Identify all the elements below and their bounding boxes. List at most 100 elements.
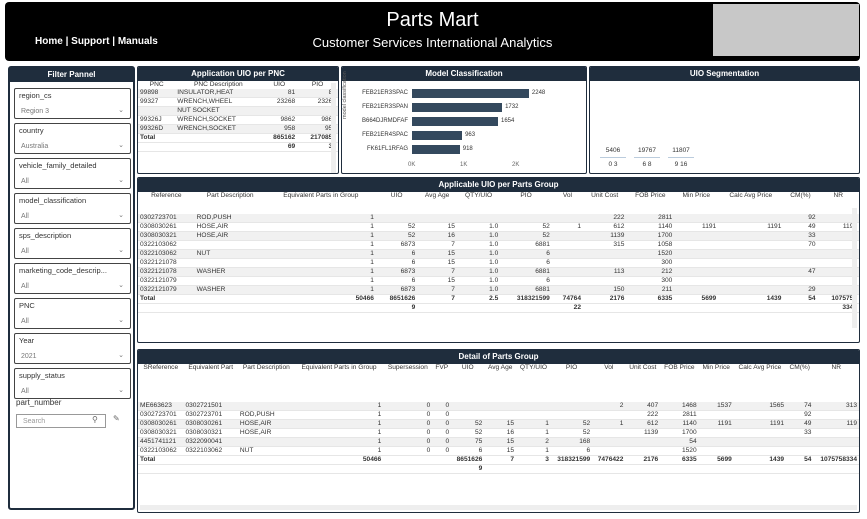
table-row[interactable]: 0308030261 HOSE,AIR 1 52 15 1.0 52 1 612 1140 1191… bbox=[138, 222, 859, 232]
column-header[interactable]: Equivalent Parts in Group bbox=[266, 192, 376, 214]
nav-home-link[interactable]: Home bbox=[35, 36, 63, 47]
chevron-down-icon[interactable]: ⌄ bbox=[118, 281, 124, 289]
column-header[interactable]: PIO bbox=[500, 192, 552, 214]
column-header[interactable]: CM(%) bbox=[783, 192, 817, 214]
table-row[interactable]: 0308030321 0308030321 HOSE,AIR 1 0 0 52 16 1 52 11… bbox=[138, 428, 859, 438]
total-cell bbox=[183, 464, 238, 474]
table-row[interactable]: 0322121078 WASHER 1 6873 7 1.0 6881 113 212 47 bbox=[138, 267, 859, 277]
column-header[interactable]: UIO bbox=[376, 192, 417, 214]
bar[interactable] bbox=[412, 117, 498, 126]
table-row[interactable]: 0302723701 0302723701 ROD,PUSH 1 0 0 222 2811 92 bbox=[138, 410, 859, 420]
table-cell: 1565 bbox=[733, 402, 787, 411]
detail-table: SReference Equivalent Part Part Descriptio… bbox=[138, 364, 859, 474]
filter-pnc[interactable]: PNC All ⌄ bbox=[14, 298, 131, 329]
column-header[interactable]: Reference bbox=[138, 192, 195, 214]
table-cell bbox=[674, 249, 719, 259]
chevron-down-icon[interactable]: ⌄ bbox=[118, 246, 124, 254]
table-cell bbox=[674, 267, 719, 277]
filter-year[interactable]: Year 2021 ⌄ bbox=[14, 333, 131, 364]
filter-model-classification[interactable]: model_classification All ⌄ bbox=[14, 193, 131, 224]
column-header[interactable]: Avg Age bbox=[417, 192, 457, 214]
table-row[interactable]: 0322121079 WASHER 1 6873 7 1.0 6881 150 211 29 bbox=[138, 285, 859, 295]
column-header[interactable]: CM(%) bbox=[786, 364, 813, 402]
table-row[interactable]: 0322103062 0322103062 NUT 1 0 0 6 15 1 6 1520 bbox=[138, 446, 859, 456]
nav-support-link[interactable]: Support bbox=[71, 36, 109, 47]
bar[interactable] bbox=[412, 103, 503, 112]
table-row[interactable]: 0322103062 NUT 1 6 15 1.0 6 1520 bbox=[138, 249, 859, 259]
filter-region-cs[interactable]: region_cs Region 3 ⌄ bbox=[14, 88, 131, 119]
table-cell bbox=[674, 276, 719, 286]
column-header[interactable]: Min Price bbox=[699, 364, 734, 402]
column-header[interactable]: PNC bbox=[138, 81, 175, 89]
column-header[interactable]: QTY/UIO bbox=[457, 192, 500, 214]
column-header[interactable]: QTY/UIO bbox=[516, 364, 551, 402]
column-header[interactable]: Avg Age bbox=[484, 364, 516, 402]
column-header[interactable]: Part Description bbox=[238, 364, 295, 402]
chevron-down-icon[interactable]: ⌄ bbox=[118, 176, 124, 184]
search-icon[interactable]: ⚲ bbox=[92, 415, 98, 424]
table-cell bbox=[451, 402, 485, 411]
bar[interactable] bbox=[412, 131, 463, 140]
bar[interactable] bbox=[412, 89, 529, 98]
table-row[interactable]: 0322121078 1 6 15 1.0 6 300 bbox=[138, 258, 859, 268]
chevron-down-icon[interactable]: ⌄ bbox=[118, 106, 124, 114]
chevron-down-icon[interactable]: ⌄ bbox=[118, 351, 124, 359]
table-row[interactable]: 0308030321 HOSE,AIR 1 52 16 1.0 52 1139 1700 33 bbox=[138, 231, 859, 241]
column-header[interactable]: UIO bbox=[261, 81, 297, 89]
nav-manuals-link[interactable]: Manuals bbox=[118, 36, 158, 47]
table-row[interactable]: 0302723701 ROD,PUSH 1 222 2811 92 bbox=[138, 214, 859, 223]
applicable-scrollbar[interactable] bbox=[852, 208, 857, 328]
column-header[interactable]: FVP bbox=[432, 364, 451, 402]
column-header[interactable]: Calc Avg Price bbox=[734, 364, 786, 402]
table-cell: 0 bbox=[383, 446, 433, 456]
table-cell bbox=[551, 231, 583, 241]
column-header[interactable]: UIO bbox=[451, 364, 484, 402]
filter-country[interactable]: country Australia ⌄ bbox=[14, 123, 131, 154]
column-header[interactable]: FOB Price bbox=[660, 364, 698, 402]
table-row[interactable]: 99326J WRENCH,SOCKET 9862 9862 bbox=[138, 115, 338, 125]
chevron-down-icon[interactable]: ⌄ bbox=[118, 141, 124, 149]
table-row[interactable]: 99326DWRENCH,SOCKET958958 bbox=[138, 124, 338, 134]
column-header[interactable]: NR bbox=[813, 364, 859, 402]
segment-bottom-value: 6 8 bbox=[642, 161, 652, 168]
column-header[interactable]: SReference bbox=[138, 364, 183, 402]
column-header[interactable]: Vol bbox=[592, 364, 625, 402]
column-header[interactable]: Unit Cost bbox=[625, 364, 660, 402]
filter-vehicle-family-detailed[interactable]: vehicle_family_detailed All ⌄ bbox=[14, 158, 131, 189]
column-header[interactable]: Equivalent Part bbox=[183, 364, 237, 402]
table-row[interactable]: ME663623 0302721501 1 0 0 2 407 1468 1537 1565 74 3… bbox=[138, 402, 859, 411]
chevron-down-icon[interactable]: ⌄ bbox=[118, 386, 124, 394]
chevron-down-icon[interactable]: ⌄ bbox=[118, 211, 124, 219]
eraser-icon[interactable]: ✎ bbox=[113, 414, 120, 423]
table-cell bbox=[551, 276, 583, 286]
table-row[interactable]: 4451741121 0322090041 1 0 0 75 15 2 168 54 bbox=[138, 437, 859, 447]
column-header[interactable]: PIO bbox=[551, 364, 592, 402]
header-row: SReference Equivalent Part Part Descriptio… bbox=[138, 364, 859, 402]
column-header[interactable]: Supersession bbox=[383, 364, 432, 402]
table-row[interactable]: 99327 WRENCH,WHEEL 23268 23268 bbox=[138, 97, 338, 107]
column-header[interactable]: PNC Description bbox=[175, 81, 261, 89]
part-number-label: part_number bbox=[16, 398, 62, 407]
table-row[interactable]: 0322103062 1 6873 7 1.0 6881 315 1058 70 bbox=[138, 240, 859, 250]
column-header[interactable]: Calc Avg Price bbox=[718, 192, 783, 214]
table-cell: 315 bbox=[583, 240, 627, 250]
detail-hscrollbar[interactable] bbox=[140, 505, 857, 510]
column-header[interactable]: Vol bbox=[552, 192, 583, 214]
column-header[interactable]: Unit Cost bbox=[583, 192, 626, 214]
filter-marketing-code-descrip---[interactable]: marketing_code_descrip... All ⌄ bbox=[14, 263, 131, 294]
column-header[interactable]: Min Price bbox=[674, 192, 718, 214]
table-row[interactable]: 0322121079 1 6 15 1.0 6 300 bbox=[138, 276, 859, 286]
bar-value-label: 2248 bbox=[531, 90, 546, 96]
table-row[interactable]: 99898INSULATOR,HEAT8181 bbox=[138, 89, 338, 98]
table-row[interactable]: NUT SOCKET bbox=[138, 106, 338, 116]
app-uio-scrollbar[interactable] bbox=[331, 83, 336, 173]
chevron-down-icon[interactable]: ⌄ bbox=[118, 316, 124, 324]
column-header[interactable]: Equivalent Parts in Group bbox=[295, 364, 383, 402]
column-header[interactable]: FOB Price bbox=[626, 192, 674, 214]
segment-top-value: 5406 bbox=[605, 147, 621, 154]
table-row[interactable]: 0308030261 0308030261 HOSE,AIR 1 0 0 52 15 1 52 1 6… bbox=[138, 419, 859, 429]
bar[interactable] bbox=[412, 145, 460, 154]
filter-supply-status[interactable]: supply_status All ⌄ bbox=[14, 368, 131, 399]
filter-sps-description[interactable]: sps_description All ⌄ bbox=[14, 228, 131, 259]
column-header[interactable]: Part Description bbox=[195, 192, 266, 214]
